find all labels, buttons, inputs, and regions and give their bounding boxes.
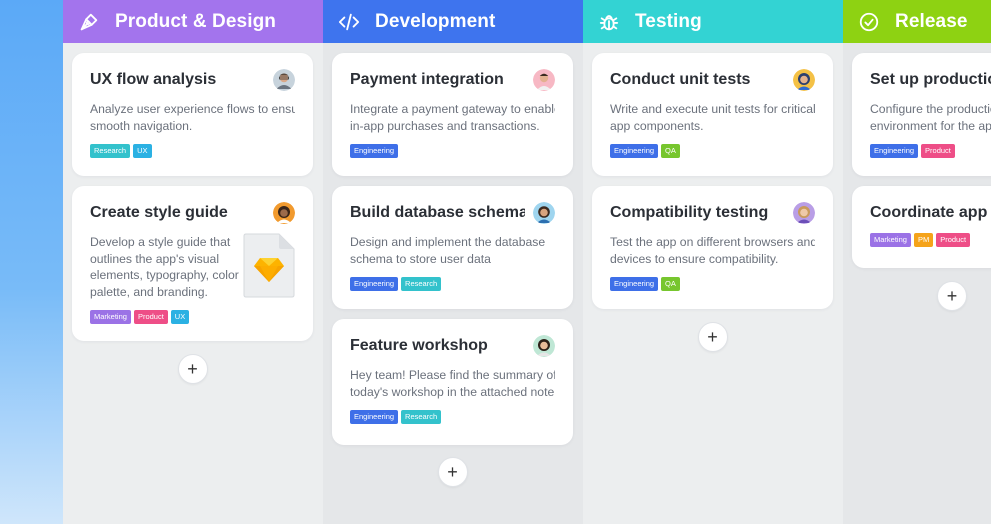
tag-engineering[interactable]: Engineering	[350, 144, 399, 158]
task-card[interactable]: Payment integration Integrate a payment …	[332, 53, 573, 176]
tag-qa[interactable]: QA	[661, 277, 680, 291]
task-card[interactable]: Build database schema Design and impleme…	[332, 186, 573, 309]
tag-list: Marketing PM Product	[870, 233, 991, 247]
tag-qa[interactable]: QA	[661, 144, 680, 158]
tag-engineering[interactable]: Engineering	[610, 277, 659, 291]
tag-research[interactable]: Research	[401, 277, 442, 291]
task-card[interactable]: Set up productio Configure the productio…	[852, 53, 991, 176]
tag-engineering[interactable]: Engineering	[610, 144, 659, 158]
add-card-button[interactable]: +	[937, 281, 967, 311]
column-development: Development Payment integration Integrat…	[323, 0, 583, 524]
add-card-button[interactable]: +	[177, 354, 208, 384]
column-header[interactable]: Development	[323, 0, 583, 43]
card-title: Conduct unit tests	[610, 71, 751, 88]
avatar[interactable]	[273, 202, 295, 224]
column-testing: Testing Conduct unit tests Write and exe…	[583, 0, 843, 524]
card-title: Coordinate app r	[870, 204, 991, 221]
tag-marketing[interactable]: Marketing	[90, 310, 131, 324]
column-title: Product & Design	[115, 10, 277, 32]
tag-pm[interactable]: PM	[913, 233, 934, 247]
card-description: Analyze user experience flows to ensure …	[90, 102, 295, 133]
task-card[interactable]: Compatibility testing Test the app on di…	[592, 186, 833, 309]
card-title: UX flow analysis	[90, 71, 217, 88]
tag-list: Marketing Product UX	[90, 310, 295, 324]
column-title: Testing	[635, 10, 702, 32]
card-description: Test the app on different browsers and d…	[610, 235, 815, 266]
tag-product[interactable]: Product	[921, 144, 955, 158]
tag-research[interactable]: Research	[401, 410, 442, 424]
task-card[interactable]: Create style guide Develop a style guide…	[72, 186, 313, 341]
card-title: Payment integration	[350, 71, 504, 88]
add-card-button[interactable]: +	[437, 457, 468, 487]
add-card-button[interactable]: +	[697, 322, 728, 352]
column-release: Release Set up productio Configure the p…	[843, 0, 991, 524]
task-card[interactable]: Conduct unit tests Write and execute uni…	[592, 53, 833, 176]
code-icon	[337, 10, 361, 34]
pen-nib-icon	[77, 10, 101, 34]
card-title: Set up productio	[870, 71, 991, 88]
card-description: Design and implement the database schema…	[350, 235, 546, 266]
card-title: Feature workshop	[350, 337, 488, 354]
bug-icon	[597, 10, 621, 34]
tag-product[interactable]: Product	[133, 310, 168, 324]
task-card[interactable]: UX flow analysis Analyze user experience…	[72, 53, 313, 176]
tag-list: Engineering QA	[610, 144, 815, 158]
tag-engineering[interactable]: Engineering	[350, 410, 399, 424]
card-description: Hey team! Please find the summary of tod…	[350, 368, 555, 399]
column-title: Development	[375, 10, 496, 32]
tag-list: Engineering	[350, 144, 555, 158]
avatar[interactable]	[533, 335, 555, 357]
check-circle-icon	[857, 10, 881, 34]
avatar[interactable]	[273, 69, 295, 91]
column-product-design: Product & Design UX flow analysis Analyz…	[63, 0, 323, 524]
tag-engineering[interactable]: Engineering	[350, 277, 399, 291]
tag-list: Engineering Research	[350, 277, 555, 291]
tag-research[interactable]: Research	[90, 144, 131, 158]
task-card[interactable]: Feature workshop Hey team! Please find t…	[332, 319, 573, 445]
tag-list: Engineering Research	[350, 410, 555, 424]
avatar[interactable]	[793, 202, 815, 224]
card-description: Integrate a payment gateway to enable in…	[350, 102, 555, 133]
column-title: Release	[895, 10, 968, 32]
tag-ux[interactable]: UX	[133, 144, 152, 158]
column-header[interactable]: Testing	[583, 0, 843, 43]
card-description: Configure the productio environment for …	[870, 102, 991, 133]
tag-list: Research UX	[90, 144, 295, 158]
column-header[interactable]: Product & Design	[63, 0, 323, 43]
tag-engineering[interactable]: Engineering	[870, 144, 919, 158]
card-description: Write and execute unit tests for critica…	[610, 102, 815, 133]
tag-ux[interactable]: UX	[170, 310, 190, 324]
tag-list: Engineering QA	[610, 277, 815, 291]
column-header[interactable]: Release	[843, 0, 991, 43]
card-title: Compatibility testing	[610, 204, 769, 221]
sketch-file-icon[interactable]	[243, 233, 295, 298]
tag-product[interactable]: Product	[936, 233, 971, 247]
avatar[interactable]	[793, 69, 815, 91]
tag-marketing[interactable]: Marketing	[870, 233, 911, 247]
card-title: Create style guide	[90, 204, 228, 221]
avatar[interactable]	[533, 202, 555, 224]
card-title: Build database schema	[350, 204, 525, 221]
avatar[interactable]	[533, 69, 555, 91]
task-card[interactable]: Coordinate app r Marketing PM Product	[852, 186, 991, 268]
tag-list: Engineering Product	[870, 144, 991, 158]
kanban-board: Product & Design UX flow analysis Analyz…	[63, 0, 991, 524]
